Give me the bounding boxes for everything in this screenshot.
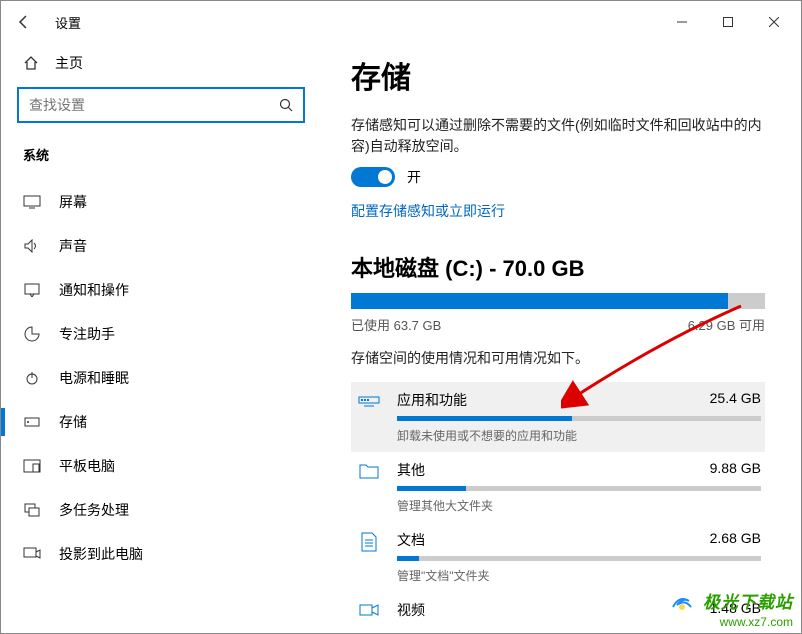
display-icon: [23, 195, 41, 209]
sidebar-home-label: 主页: [55, 53, 83, 73]
multitask-icon: [23, 503, 41, 517]
nav-item-display[interactable]: 屏幕: [17, 180, 305, 224]
nav-item-label: 通知和操作: [59, 280, 129, 300]
disk-usage-bar: [351, 293, 765, 309]
notifications-icon: [23, 283, 41, 297]
maximize-icon: [723, 17, 733, 27]
search-icon: [279, 98, 293, 112]
configure-storage-sense-link[interactable]: 配置存储感知或立即运行: [351, 201, 505, 221]
nav-item-tablet[interactable]: 平板电脑: [17, 444, 305, 488]
category-name: 文档: [397, 530, 425, 550]
toggle-state-label: 开: [407, 167, 421, 187]
titlebar: 设置: [1, 1, 801, 43]
project-icon: [23, 547, 41, 561]
category-size: 9.88 GB: [710, 460, 761, 480]
tablet-icon: [23, 459, 41, 473]
nav-item-storage[interactable]: 存储: [17, 400, 305, 444]
category-bar: [397, 556, 761, 561]
storage-sense-toggle[interactable]: [351, 167, 395, 187]
back-button[interactable]: [5, 4, 41, 40]
nav-item-label: 存储: [59, 412, 87, 432]
window-title: 设置: [55, 13, 81, 32]
usage-description: 存储空间的使用情况和可用情况如下。: [351, 348, 765, 368]
close-button[interactable]: [751, 6, 797, 38]
nav-list: 屏幕 声音 通知和操作 专注助手 电源和睡眠 存储: [17, 180, 305, 576]
storage-sense-description: 存储感知可以通过删除不需要的文件(例如临时文件和回收站中的内容)自动释放空间。: [351, 115, 765, 157]
category-documents[interactable]: 文档 2.68 GB 管理"文档"文件夹: [351, 522, 765, 592]
nav-item-label: 电源和睡眠: [59, 368, 129, 388]
category-bar: [397, 416, 761, 421]
category-bar: [397, 486, 761, 491]
category-other[interactable]: 其他 9.88 GB 管理其他大文件夹: [351, 452, 765, 522]
nav-item-multitask[interactable]: 多任务处理: [17, 488, 305, 532]
apps-icon: [355, 390, 383, 444]
nav-item-sound[interactable]: 声音: [17, 224, 305, 268]
search-input[interactable]: [29, 97, 279, 113]
category-sub: 管理其他大文件夹: [397, 497, 761, 514]
category-video[interactable]: 视频 1.48 GB: [351, 592, 765, 633]
maximize-button[interactable]: [705, 6, 751, 38]
sidebar-section-label: 系统: [17, 141, 305, 180]
nav-item-project[interactable]: 投影到此电脑: [17, 532, 305, 576]
category-name: 应用和功能: [397, 390, 467, 410]
minimize-icon: [677, 17, 687, 27]
video-icon: [355, 600, 383, 626]
search-box[interactable]: [17, 87, 305, 123]
category-name: 视频: [397, 600, 425, 620]
disk-title: 本地磁盘 (C:) - 70.0 GB: [351, 251, 765, 283]
sidebar: 主页 系统 屏幕 声音 通知和操作 专注助手: [1, 43, 321, 633]
close-icon: [769, 17, 779, 27]
storage-icon: [23, 415, 41, 429]
nav-item-notifications[interactable]: 通知和操作: [17, 268, 305, 312]
minimize-button[interactable]: [659, 6, 705, 38]
disk-used-label: 已使用 63.7 GB: [351, 315, 441, 334]
home-icon: [23, 55, 39, 71]
category-size: 1.48 GB: [710, 600, 761, 620]
category-size: 25.4 GB: [710, 390, 761, 410]
nav-item-label: 专注助手: [59, 324, 115, 344]
nav-item-label: 平板电脑: [59, 456, 115, 476]
power-icon: [23, 370, 41, 386]
arrow-left-icon: [15, 14, 31, 30]
category-sub: 管理"文档"文件夹: [397, 567, 761, 584]
nav-item-label: 多任务处理: [59, 500, 129, 520]
page-title: 存储: [351, 53, 765, 97]
sidebar-home[interactable]: 主页: [17, 43, 305, 87]
nav-item-label: 屏幕: [59, 192, 87, 212]
category-apps[interactable]: 应用和功能 25.4 GB 卸载未使用或不想要的应用和功能: [351, 382, 765, 452]
category-size: 2.68 GB: [710, 530, 761, 550]
focus-icon: [23, 326, 41, 342]
main-content: 存储 存储感知可以通过删除不需要的文件(例如临时文件和回收站中的内容)自动释放空…: [321, 43, 801, 633]
sound-icon: [23, 239, 41, 253]
document-icon: [355, 530, 383, 584]
category-name: 其他: [397, 460, 425, 480]
nav-item-label: 声音: [59, 236, 87, 256]
nav-item-label: 投影到此电脑: [59, 544, 143, 564]
nav-item-focus[interactable]: 专注助手: [17, 312, 305, 356]
disk-free-label: 6.29 GB 可用: [688, 315, 765, 334]
folder-icon: [355, 460, 383, 514]
nav-item-power[interactable]: 电源和睡眠: [17, 356, 305, 400]
category-sub: 卸载未使用或不想要的应用和功能: [397, 427, 761, 444]
